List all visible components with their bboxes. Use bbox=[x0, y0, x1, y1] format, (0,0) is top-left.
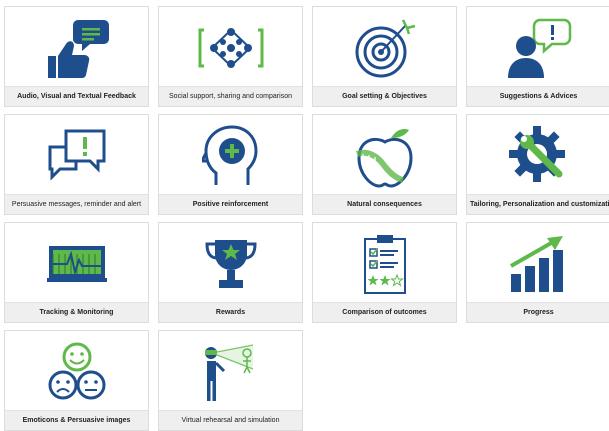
emoticons-icon bbox=[5, 331, 148, 413]
card-comparison-outcomes[interactable]: Comparison of outcomes bbox=[312, 222, 457, 323]
card-emoticons[interactable]: Emoticons & Persuasive images bbox=[4, 330, 149, 431]
card-label: Virtual rehearsal and simulation bbox=[159, 410, 302, 430]
clipboard-checklist-icon bbox=[313, 223, 456, 305]
card-goal-setting[interactable]: Goal setting & Objectives bbox=[312, 6, 457, 107]
card-label: Progress bbox=[467, 302, 609, 322]
card-label: Goal setting & Objectives bbox=[313, 86, 456, 106]
gear-wrench-icon bbox=[467, 115, 609, 197]
card-label: Comparison of outcomes bbox=[313, 302, 456, 322]
card-persuasive-messages[interactable]: Persuasive messages, reminder and alert bbox=[4, 114, 149, 215]
network-people-icon bbox=[159, 7, 302, 89]
card-virtual-rehearsal[interactable]: Virtual rehearsal and simulation bbox=[158, 330, 303, 431]
card-natural-consequences[interactable]: Natural consequences bbox=[312, 114, 457, 215]
card-label: Emoticons & Persuasive images bbox=[5, 410, 148, 430]
card-tailoring[interactable]: Tailoring, Personalization and customiza… bbox=[466, 114, 609, 215]
card-label: Rewards bbox=[159, 302, 302, 322]
heart-monitor-icon bbox=[5, 223, 148, 305]
card-social-support[interactable]: Social support, sharing and comparison bbox=[158, 6, 303, 107]
card-label: Positive reinforcement bbox=[159, 194, 302, 214]
card-tracking[interactable]: Tracking & Monitoring bbox=[4, 222, 149, 323]
card-rewards[interactable]: Rewards bbox=[158, 222, 303, 323]
card-label: Suggestions & Advices bbox=[467, 86, 609, 106]
bar-chart-arrow-icon bbox=[467, 223, 609, 305]
card-label: Tailoring, Personalization and customiza… bbox=[467, 194, 609, 214]
card-progress[interactable]: Progress bbox=[466, 222, 609, 323]
trophy-icon bbox=[159, 223, 302, 305]
head-plus-icon bbox=[159, 115, 302, 197]
target-icon bbox=[313, 7, 456, 89]
alert-bubbles-icon bbox=[5, 115, 148, 197]
card-label: Audio, Visual and Textual Feedback bbox=[5, 86, 148, 106]
person-speech-icon bbox=[467, 7, 609, 89]
card-label: Persuasive messages, reminder and alert bbox=[5, 194, 148, 214]
card-suggestions[interactable]: Suggestions & Advices bbox=[466, 6, 609, 107]
card-label: Natural consequences bbox=[313, 194, 456, 214]
card-label: Tracking & Monitoring bbox=[5, 302, 148, 322]
card-positive-reinforcement[interactable]: Positive reinforcement bbox=[158, 114, 303, 215]
thumbs-up-chat-icon bbox=[5, 7, 148, 89]
card-audio-visual-feedback[interactable]: Audio, Visual and Textual Feedback bbox=[4, 6, 149, 107]
card-label: Social support, sharing and comparison bbox=[159, 86, 302, 106]
vr-simulation-icon bbox=[159, 331, 302, 413]
apple-tape-icon bbox=[313, 115, 456, 197]
